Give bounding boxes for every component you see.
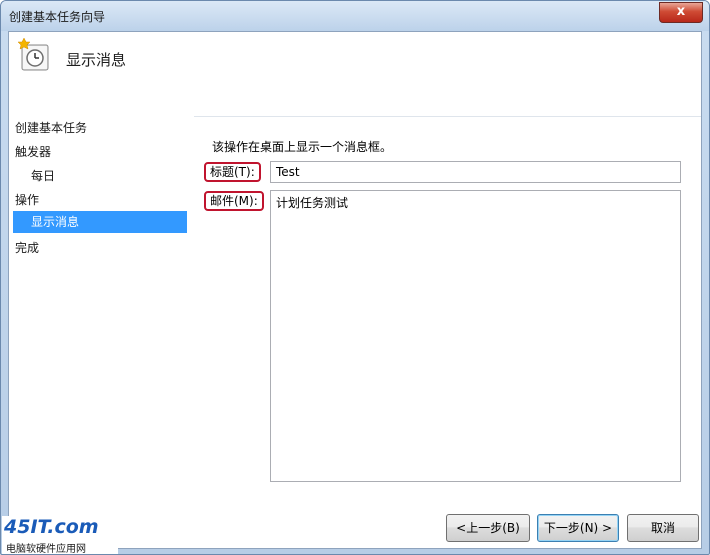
cancel-button[interactable]: 取消 xyxy=(627,514,699,542)
step-trigger: 触发器 xyxy=(15,145,52,159)
window-title: 创建基本任务向导 xyxy=(9,10,106,24)
step-display-message: 显示消息 xyxy=(13,211,187,233)
title-label: 标题(T): xyxy=(204,162,261,182)
close-icon: x xyxy=(676,4,686,19)
task-clock-icon xyxy=(17,38,49,71)
wizard-client-area: 显示消息 创建基本任务 触发器 每日 操作 显示消息 完成 该操作在桌面上显示一… xyxy=(8,31,702,549)
wizard-header: 显示消息 xyxy=(9,32,701,117)
site-watermark: 45IT.com 电脑软硬件应用网 xyxy=(2,516,118,554)
close-button[interactable]: x xyxy=(659,2,703,23)
wizard-window: 创建基本任务向导 x 显示消息 创建基本任务 触发器 每日 操作 显示消息 完成 xyxy=(0,0,710,555)
watermark-subtitle: 电脑软硬件应用网 xyxy=(6,544,86,555)
step-daily: 每日 xyxy=(31,169,56,183)
action-description: 该操作在桌面上显示一个消息框。 xyxy=(212,140,393,154)
steps-sidebar: 创建基本任务 触发器 每日 操作 显示消息 完成 xyxy=(9,116,194,548)
next-button[interactable]: 下一步(N) > xyxy=(537,514,619,542)
step-action: 操作 xyxy=(15,193,40,207)
step-finish: 完成 xyxy=(15,241,40,255)
back-button[interactable]: <上一步(B) xyxy=(446,514,530,542)
title-input[interactable]: Test xyxy=(270,161,681,183)
message-label: 邮件(M): xyxy=(204,191,264,211)
title-bar[interactable]: 创建基本任务向导 x xyxy=(1,1,709,31)
watermark-logo: 45IT.com xyxy=(4,516,99,538)
step-create-basic-task: 创建基本任务 xyxy=(15,121,88,135)
message-textarea[interactable]: 计划任务测试 xyxy=(270,190,681,482)
page-title: 显示消息 xyxy=(66,51,127,69)
